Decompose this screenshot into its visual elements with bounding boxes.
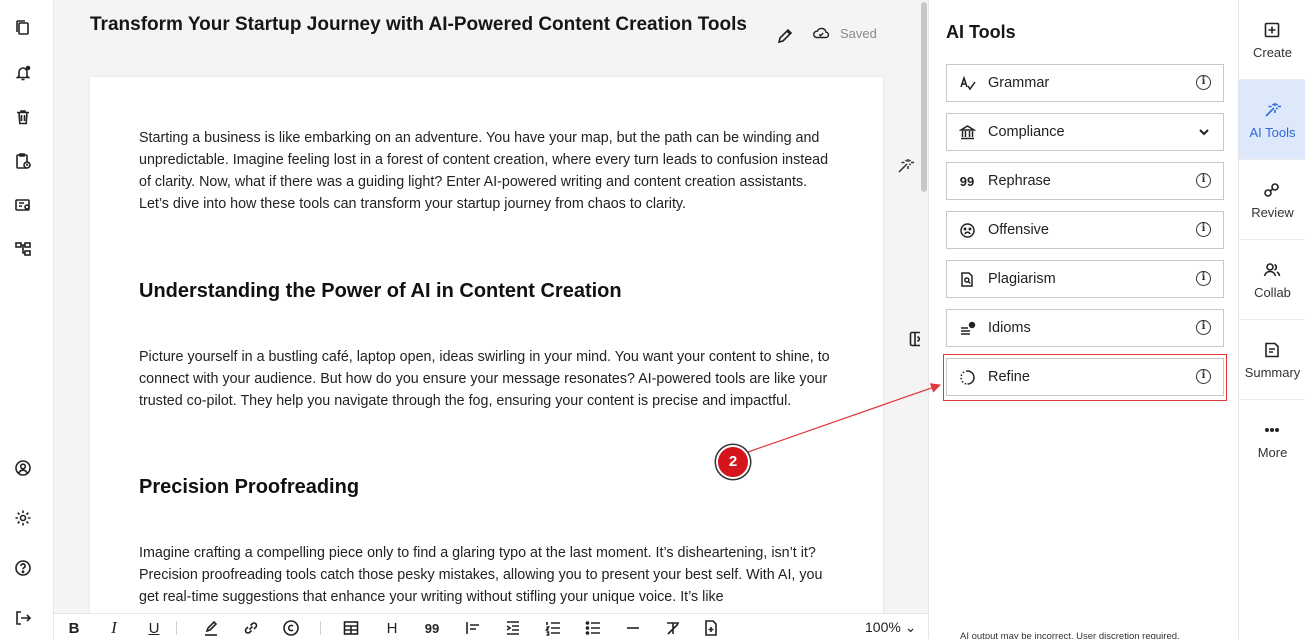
paragraph[interactable]: Picture yourself in a bustling café, lap… <box>139 346 839 412</box>
numbered-list-icon[interactable] <box>544 619 562 637</box>
quote-icon: 99 <box>959 173 975 189</box>
formatting-toolbar: B I U H 99 100% ⌄ <box>54 613 928 639</box>
zoom-dropdown[interactable]: 100% ⌄ <box>865 619 916 636</box>
clear-format-icon[interactable] <box>664 619 682 637</box>
insert-file-icon[interactable] <box>702 619 720 637</box>
tool-offensive[interactable]: Offensive i <box>946 211 1224 249</box>
tool-label: Compliance <box>988 124 1065 140</box>
plus-square-icon <box>1263 21 1281 39</box>
rail-item-label: Summary <box>1244 365 1301 380</box>
heading-button[interactable]: H <box>384 619 400 637</box>
tool-plagiarism[interactable]: Plagiarism i <box>946 260 1224 298</box>
rail-item-create[interactable]: Create <box>1239 0 1305 80</box>
rail-item-label: Create <box>1252 45 1293 60</box>
chevron-down-icon: ⌄ <box>904 619 917 635</box>
rail-item-ai-tools[interactable]: AI Tools <box>1239 80 1305 160</box>
scrollbar-thumb[interactable] <box>921 2 927 192</box>
align-left-icon[interactable] <box>464 619 482 637</box>
tool-label: Rephrase <box>988 173 1051 189</box>
bank-icon <box>958 123 976 141</box>
link-icon[interactable] <box>242 619 260 637</box>
magic-wand-float-icon[interactable] <box>892 153 918 179</box>
cloud-saved-icon <box>812 24 832 42</box>
tool-label: Plagiarism <box>988 271 1056 287</box>
paragraph[interactable]: Starting a business is like embarking on… <box>139 127 839 215</box>
hierarchy-icon[interactable] <box>12 238 34 260</box>
document-page[interactable]: Starting a business is like embarking on… <box>90 77 883 617</box>
ai-disclaimer: AI output may be incorrect. User discret… <box>960 631 1180 639</box>
people-icon <box>1263 261 1281 279</box>
info-icon[interactable]: i <box>1196 271 1211 286</box>
settings-gear-icon[interactable] <box>12 507 34 529</box>
right-rail: Create AI Tools Review Collab Summary Mo… <box>1238 0 1305 639</box>
toolbar-divider <box>176 621 177 635</box>
rail-item-label: Review <box>1251 205 1294 220</box>
list-settings-icon[interactable] <box>12 194 34 216</box>
document-header: Transform Your Startup Journey with AI-P… <box>54 0 920 74</box>
horizontal-rule-icon[interactable] <box>624 619 642 637</box>
tool-grammar[interactable]: Grammar i <box>946 64 1224 102</box>
highlight-pen-icon[interactable] <box>202 619 220 637</box>
editor-area: Transform Your Startup Journey with AI-P… <box>54 0 928 639</box>
tool-label: Grammar <box>988 75 1050 91</box>
tool-label: Idioms <box>988 320 1031 336</box>
tool-label: Offensive <box>988 222 1049 238</box>
idioms-icon <box>958 319 976 337</box>
copyright-icon[interactable] <box>282 619 300 637</box>
magic-wand-icon <box>1263 101 1281 119</box>
section-heading[interactable]: Precision Proofreading <box>139 476 359 499</box>
info-icon[interactable]: i <box>1196 320 1211 335</box>
indent-icon[interactable] <box>504 619 522 637</box>
review-icon <box>1263 181 1281 199</box>
ai-tools-title: AI Tools <box>946 22 1016 42</box>
logout-icon[interactable] <box>12 607 34 629</box>
toolbar-divider <box>320 621 321 635</box>
ai-tools-panel: AI Tools Grammar i Compliance 99 Rephras… <box>928 0 1238 639</box>
info-icon[interactable]: i <box>1196 222 1211 237</box>
tool-refine[interactable]: Refine i <box>946 358 1224 396</box>
italic-button[interactable]: I <box>106 618 122 637</box>
summary-icon <box>1263 341 1281 359</box>
document-title[interactable]: Transform Your Startup Journey with AI-P… <box>90 13 750 36</box>
grammar-icon <box>958 74 976 92</box>
underline-button[interactable]: U <box>146 619 162 637</box>
zoom-level: 100% <box>865 619 901 635</box>
bullet-list-icon[interactable] <box>584 619 602 637</box>
documents-icon[interactable] <box>12 17 34 39</box>
rail-item-more[interactable]: More <box>1239 400 1305 480</box>
document-search-icon <box>958 270 976 288</box>
pencil-edit-icon[interactable] <box>776 27 794 45</box>
save-status: Saved <box>840 26 877 41</box>
quote-button[interactable]: 99 <box>424 619 440 637</box>
paragraph[interactable]: Imagine crafting a compelling piece only… <box>139 542 839 608</box>
refine-icon <box>958 368 976 386</box>
editor-scrollbar[interactable] <box>920 0 928 639</box>
notification-bell-icon[interactable] <box>12 62 34 84</box>
tool-compliance[interactable]: Compliance <box>946 113 1224 151</box>
info-icon[interactable]: i <box>1196 369 1211 384</box>
bold-button[interactable]: B <box>66 619 82 637</box>
user-profile-icon[interactable] <box>12 457 34 479</box>
rail-item-collab[interactable]: Collab <box>1239 240 1305 320</box>
rail-item-label: More <box>1257 445 1288 460</box>
rail-item-review[interactable]: Review <box>1239 160 1305 240</box>
clipboard-clock-icon[interactable] <box>12 150 34 172</box>
help-icon[interactable] <box>12 557 34 579</box>
trash-icon[interactable] <box>12 106 34 128</box>
more-icon <box>1263 421 1281 439</box>
rail-item-label: Collab <box>1254 285 1291 300</box>
tool-idioms[interactable]: Idioms i <box>946 309 1224 347</box>
rail-item-label: AI Tools <box>1249 125 1296 140</box>
chevron-down-icon[interactable] <box>1197 125 1211 139</box>
tool-rephrase[interactable]: 99 Rephrase i <box>946 162 1224 200</box>
table-icon[interactable] <box>342 619 360 637</box>
tool-label: Refine <box>988 369 1030 385</box>
rail-item-summary[interactable]: Summary <box>1239 320 1305 400</box>
step-badge: 2 <box>716 445 750 479</box>
frown-face-icon <box>958 221 976 239</box>
left-rail <box>0 0 54 639</box>
section-heading[interactable]: Understanding the Power of AI in Content… <box>139 280 622 303</box>
info-icon[interactable]: i <box>1196 173 1211 188</box>
info-icon[interactable]: i <box>1196 75 1211 90</box>
